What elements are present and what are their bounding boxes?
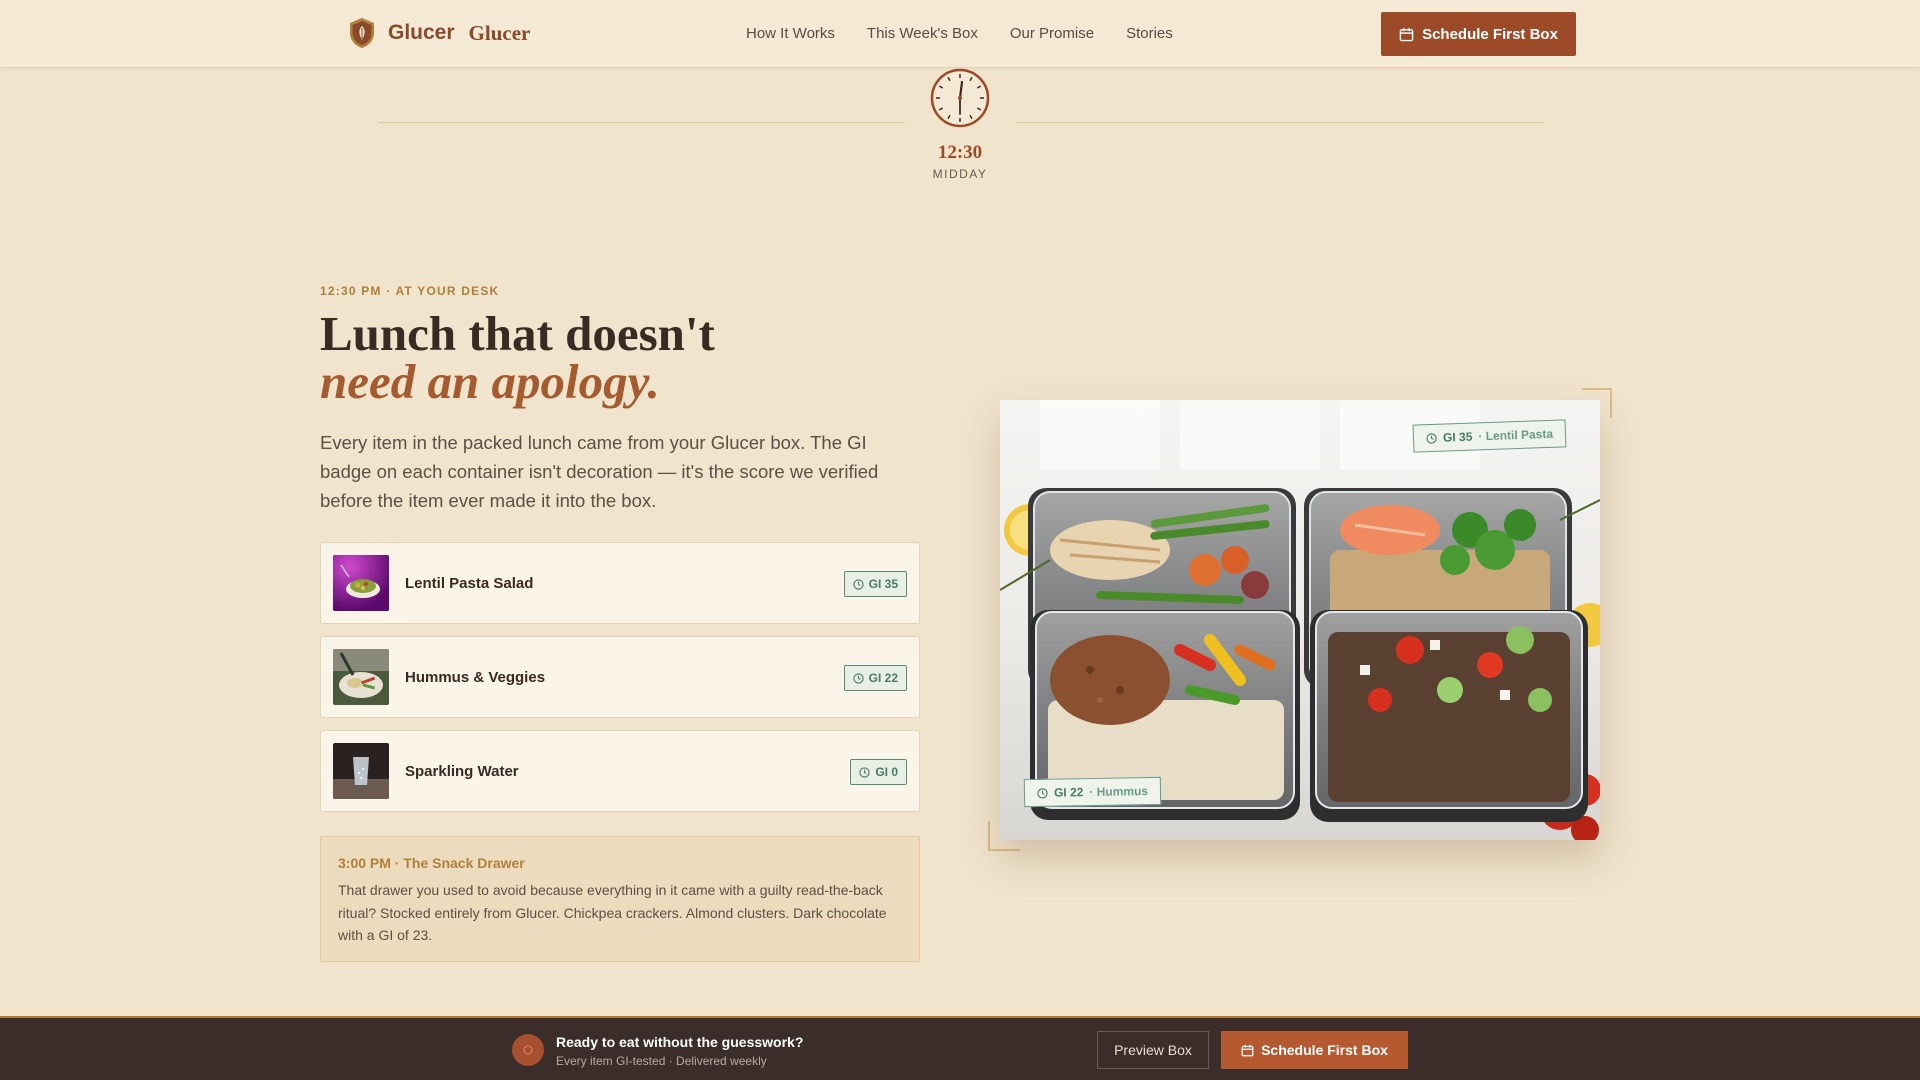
nav-link-stories[interactable]: Stories bbox=[1126, 25, 1173, 42]
headline-line-2: need an apology. bbox=[320, 354, 660, 409]
gi-badge-label: GI 0 bbox=[875, 765, 898, 779]
hummus-veggies-thumbnail bbox=[333, 649, 389, 705]
snack-callout: 3:00 PM · The Snack Drawer That drawer y… bbox=[320, 836, 920, 962]
divider-left bbox=[378, 122, 905, 123]
schedule-first-box-label: Schedule First Box bbox=[1422, 25, 1558, 43]
gi-badge: GI 35 bbox=[843, 571, 907, 597]
gauge-icon bbox=[859, 766, 870, 778]
lunch-item-list: Lentil Pasta Salad GI 35 Hummus & Veggie… bbox=[320, 542, 920, 824]
gi-badge-label: GI 35 bbox=[868, 577, 898, 591]
nav-links: How It Works This Week's Box Our Promise… bbox=[746, 25, 1173, 42]
photo-tag-label: · Hummus bbox=[1089, 784, 1149, 800]
gi-badge: GI 0 bbox=[850, 759, 907, 785]
list-item-lentil-pasta-salad[interactable]: Lentil Pasta Salad GI 35 bbox=[320, 542, 920, 624]
photo-tag-score: GI 35 bbox=[1442, 429, 1473, 445]
schedule-first-box-bottom-label: Schedule First Box bbox=[1261, 1042, 1388, 1058]
list-item-sparkling-water[interactable]: Sparkling Water GI 0 bbox=[320, 730, 920, 812]
gauge-icon bbox=[1037, 787, 1048, 799]
section-eyebrow: 12:30 PM · AT YOUR DESK bbox=[320, 284, 500, 298]
gi-badge-label: GI 22 bbox=[868, 671, 898, 685]
gauge-icon bbox=[853, 578, 864, 590]
top-nav: Glucer Glucer How It Works This Week's B… bbox=[0, 0, 1920, 68]
nav-link-how-it-works[interactable]: How It Works bbox=[746, 25, 835, 42]
nav-link-our-promise[interactable]: Our Promise bbox=[1010, 25, 1094, 42]
divider-right bbox=[1016, 122, 1543, 123]
preview-box-button[interactable]: Preview Box bbox=[1097, 1031, 1209, 1069]
photo-tag-score: GI 22 bbox=[1053, 785, 1084, 800]
photo-tag-label: · Lentil Pasta bbox=[1478, 426, 1554, 444]
item-name: Lentil Pasta Salad bbox=[405, 574, 534, 592]
meal-prep-illustration bbox=[1000, 400, 1600, 840]
clock-label: MIDDAY bbox=[932, 167, 988, 181]
lentil-pasta-thumbnail bbox=[333, 555, 389, 611]
photo-gi-tag-bottom: GI 22 · Hummus bbox=[1023, 776, 1162, 808]
brand-name-serif: Glucer bbox=[468, 20, 531, 45]
photo-gi-tag-top: GI 35 · Lentil Pasta bbox=[1412, 419, 1567, 453]
calendar-icon bbox=[1399, 27, 1414, 41]
calendar-icon bbox=[1241, 1044, 1254, 1056]
shield-logo-icon bbox=[350, 18, 374, 48]
snack-title: 3:00 PM · The Snack Drawer bbox=[338, 855, 525, 871]
gauge-icon bbox=[853, 672, 864, 684]
sticky-cta-bar: Ready to eat without the guesswork? Ever… bbox=[0, 1016, 1920, 1080]
brand[interactable]: Glucer Glucer bbox=[348, 17, 530, 49]
sparkling-water-thumbnail bbox=[333, 743, 389, 799]
nav-link-this-weeks-box[interactable]: This Week's Box bbox=[867, 25, 978, 42]
cta-bar-subtitle: Every item GI-tested · Delivered weekly bbox=[556, 1054, 767, 1068]
gi-badge: GI 22 bbox=[843, 665, 907, 691]
cta-bar-title: Ready to eat without the guesswork? bbox=[556, 1034, 804, 1050]
schedule-first-box-button[interactable]: Schedule First Box bbox=[1381, 12, 1576, 56]
meal-prep-photo: GI 35 · Lentil Pasta GI 22 · Hummus bbox=[1000, 400, 1600, 840]
intro-paragraph: Every item in the packed lunch came from… bbox=[320, 432, 879, 511]
item-name: Hummus & Veggies bbox=[405, 668, 546, 686]
clock-icon bbox=[930, 68, 990, 128]
list-item-hummus-veggies[interactable]: Hummus & Veggies GI 22 bbox=[320, 636, 920, 718]
schedule-first-box-bottom-button[interactable]: Schedule First Box bbox=[1221, 1031, 1408, 1069]
snack-body: That drawer you used to avoid because ev… bbox=[338, 882, 887, 943]
gauge-icon bbox=[1426, 432, 1437, 444]
brand-name: Glucer bbox=[388, 21, 455, 44]
item-name: Sparkling Water bbox=[405, 762, 519, 780]
leaf-icon bbox=[512, 1034, 544, 1066]
clock-time: 12:30 bbox=[937, 142, 983, 163]
